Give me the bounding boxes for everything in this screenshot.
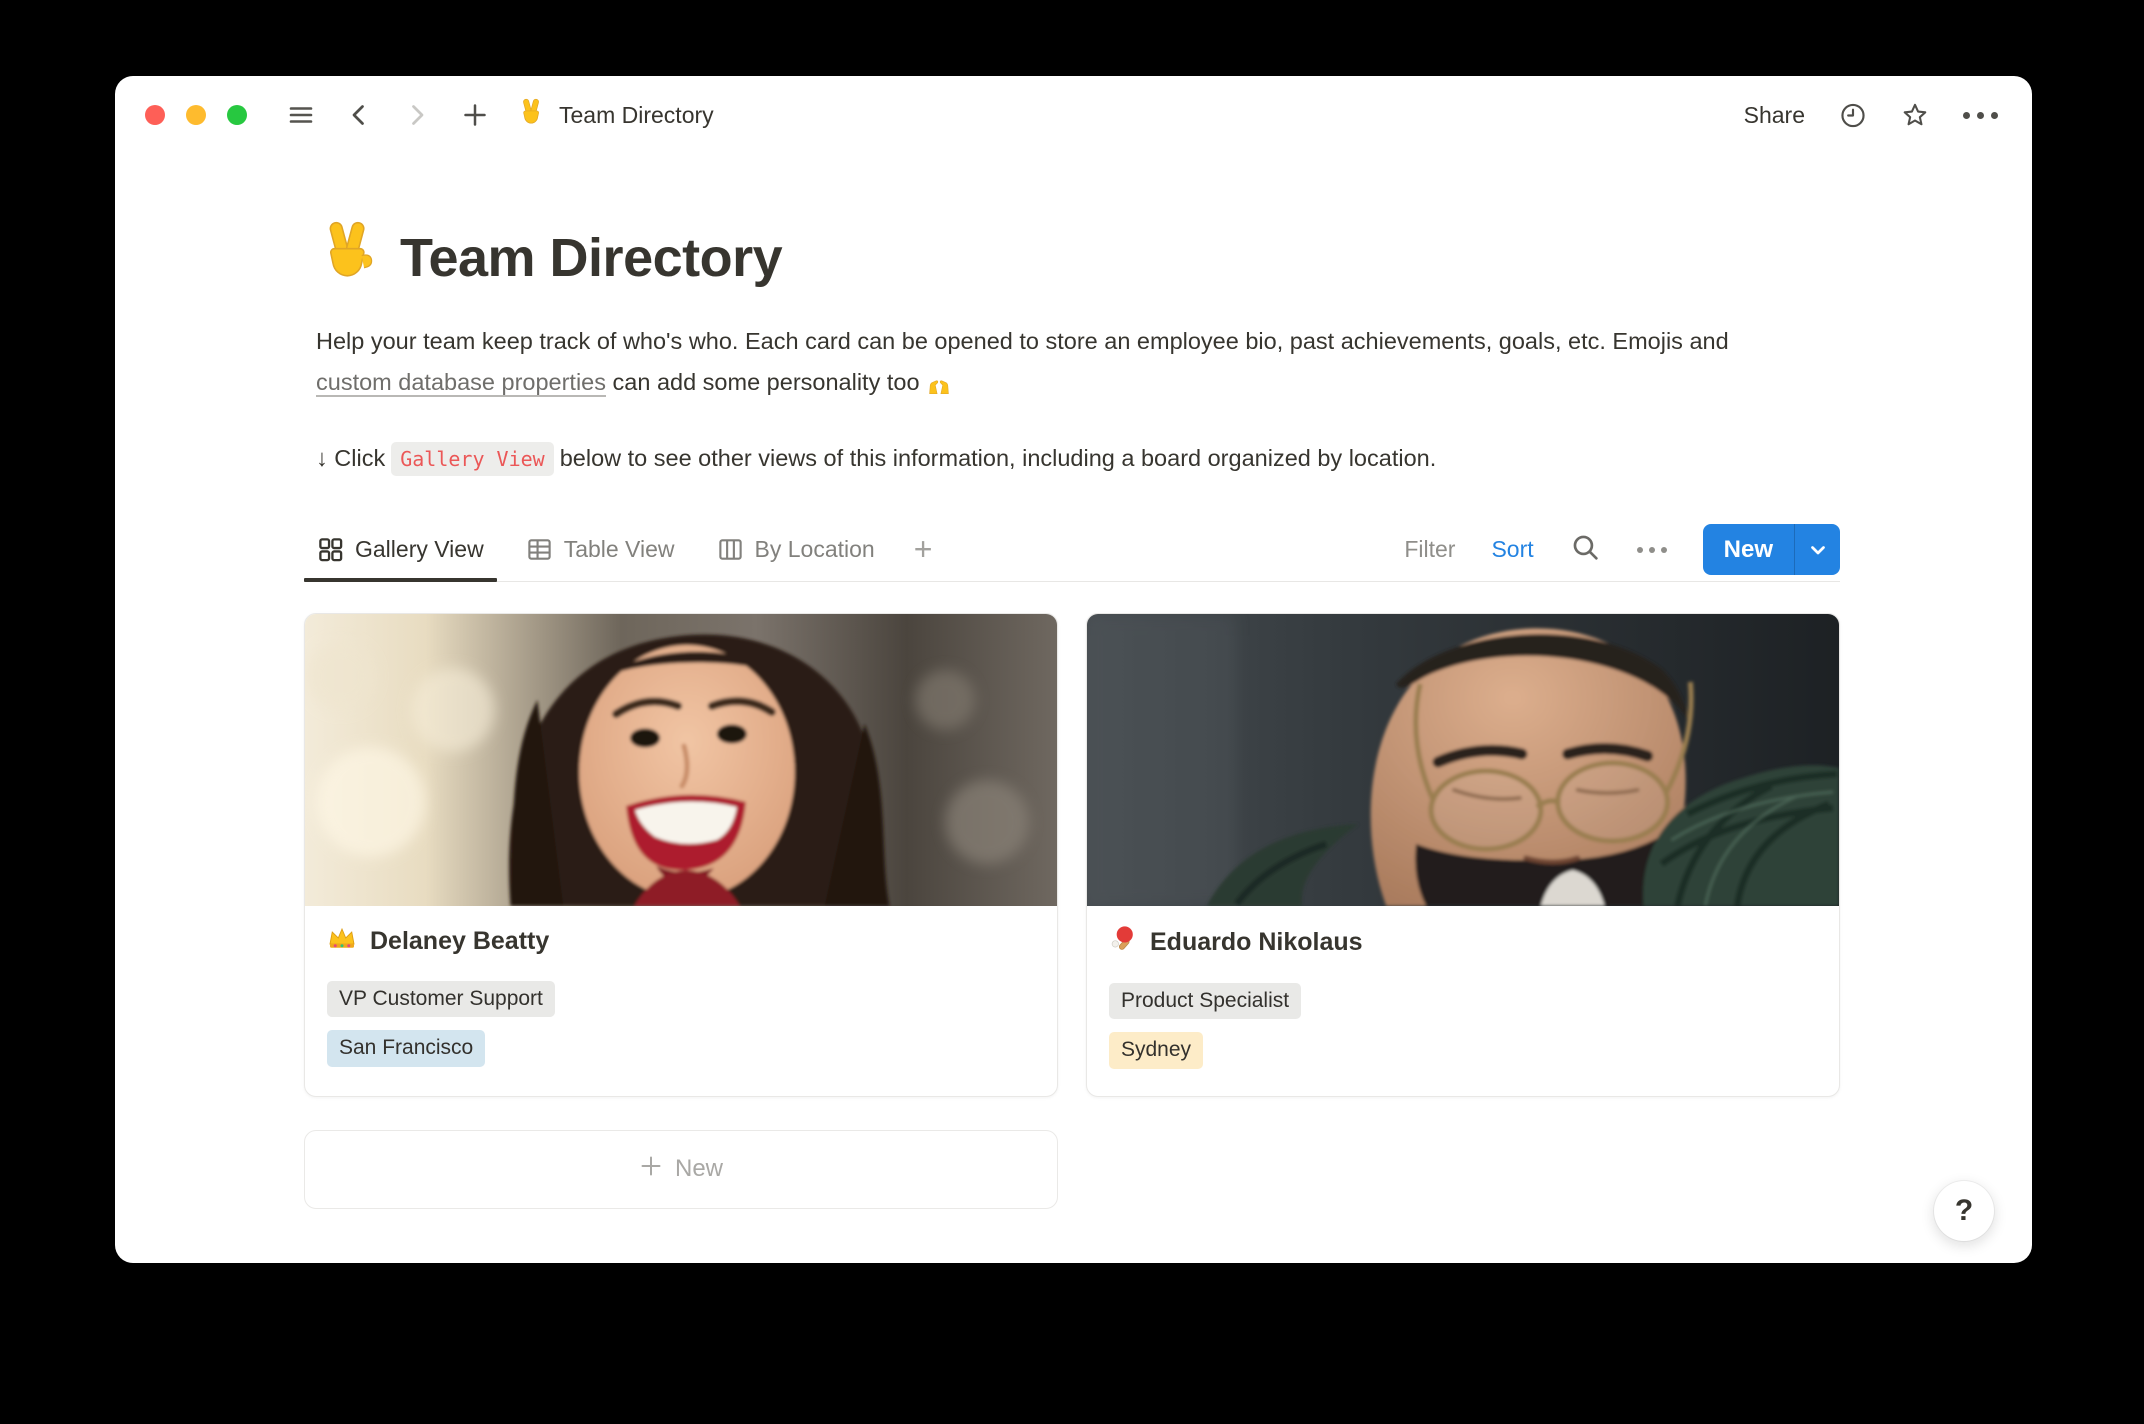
role-tag: Product Specialist xyxy=(1109,983,1301,1019)
share-button[interactable]: Share xyxy=(1744,102,1805,129)
nav-controls xyxy=(287,101,489,129)
back-icon[interactable] xyxy=(345,101,373,129)
app-window: Team Directory Share xyxy=(115,76,2032,1263)
raising-hands-icon xyxy=(926,369,952,395)
forward-icon[interactable] xyxy=(403,101,431,129)
favorite-star-icon[interactable] xyxy=(1901,101,1929,129)
window-controls xyxy=(145,105,247,125)
new-card-button[interactable]: New xyxy=(304,1130,1058,1209)
page-description: Help your team keep track of who's who. … xyxy=(304,321,1782,403)
titlebar-title-text: Team Directory xyxy=(559,102,714,129)
minimize-window-button[interactable] xyxy=(186,105,206,125)
tip-text-2: below to see other views of this informa… xyxy=(560,445,1437,471)
page-content: Team Directory Help your team keep track… xyxy=(304,220,1840,1209)
custom-database-properties-link[interactable]: custom database properties xyxy=(316,369,606,395)
gallery-cards: Delaney Beatty VP Customer Support San F… xyxy=(304,613,1840,1097)
view-toolbar: Gallery View Table View By Location + xyxy=(304,518,1840,582)
photo-delaney-beatty xyxy=(305,614,1057,906)
filter-button[interactable]: Filter xyxy=(1404,536,1455,563)
card-name-text: Delaney Beatty xyxy=(370,927,549,956)
titlebar: Team Directory Share xyxy=(115,76,2032,154)
zoom-window-button[interactable] xyxy=(227,105,247,125)
new-card-label: New xyxy=(675,1155,723,1183)
tab-table-view[interactable]: Table View xyxy=(513,518,688,581)
description-text-2: can add some personality too xyxy=(606,369,926,395)
down-arrow-icon: ↓ xyxy=(316,445,328,471)
help-button[interactable]: ? xyxy=(1934,1181,1994,1241)
role-tag: VP Customer Support xyxy=(327,981,555,1017)
card-body: Eduardo Nikolaus Product Specialist Sydn… xyxy=(1087,906,1839,1096)
page-title: Team Directory xyxy=(304,220,1840,295)
gallery-view-icon xyxy=(317,536,344,563)
titlebar-actions: Share xyxy=(1744,101,1998,129)
victory-hand-icon xyxy=(517,98,545,132)
tab-label: By Location xyxy=(755,536,875,563)
ping-pong-icon xyxy=(1109,925,1137,960)
table-view-icon xyxy=(526,536,553,563)
board-view-icon xyxy=(717,536,744,563)
question-mark-icon: ? xyxy=(1955,1194,1973,1228)
location-tag: Sydney xyxy=(1109,1032,1203,1068)
crown-icon xyxy=(327,925,357,958)
location-row: San Francisco xyxy=(327,1017,1035,1066)
menu-icon[interactable] xyxy=(287,101,315,129)
view-tabs: Gallery View Table View By Location + xyxy=(304,518,942,581)
card-eduardo-nikolaus[interactable]: Eduardo Nikolaus Product Specialist Sydn… xyxy=(1086,613,1840,1097)
new-tab-icon[interactable] xyxy=(461,101,489,129)
tip-text: Click xyxy=(334,445,385,471)
chevron-down-icon[interactable] xyxy=(1794,524,1840,575)
tab-by-location[interactable]: By Location xyxy=(704,518,888,581)
new-button[interactable]: New xyxy=(1703,524,1840,575)
location-tag: San Francisco xyxy=(327,1030,485,1066)
clock-icon[interactable] xyxy=(1839,101,1867,129)
role-row: VP Customer Support xyxy=(327,958,1035,1017)
plus-icon xyxy=(639,1154,663,1185)
victory-hand-icon xyxy=(316,220,378,295)
card-delaney-beatty[interactable]: Delaney Beatty VP Customer Support San F… xyxy=(304,613,1058,1097)
page-title-text: Team Directory xyxy=(400,227,782,289)
sort-button[interactable]: Sort xyxy=(1491,536,1533,563)
card-body: Delaney Beatty VP Customer Support San F… xyxy=(305,906,1057,1094)
description-text: Help your team keep track of who's who. … xyxy=(316,328,1729,354)
card-title: Delaney Beatty xyxy=(327,925,1035,958)
more-icon[interactable] xyxy=(1963,112,1998,119)
search-icon[interactable] xyxy=(1570,532,1601,568)
gallery-view-code: Gallery View xyxy=(391,442,554,476)
more-icon[interactable] xyxy=(1637,547,1667,553)
photo-eduardo-nikolaus xyxy=(1087,614,1839,906)
close-window-button[interactable] xyxy=(145,105,165,125)
toolbar-actions: Filter Sort New xyxy=(1404,524,1840,575)
card-name-text: Eduardo Nikolaus xyxy=(1150,928,1363,957)
role-row: Product Specialist xyxy=(1109,960,1817,1019)
add-view-button[interactable]: + xyxy=(904,531,943,568)
tip-line: ↓ ClickGallery Viewbelow to see other vi… xyxy=(304,445,1840,472)
card-title: Eduardo Nikolaus xyxy=(1109,925,1817,960)
titlebar-page-title: Team Directory xyxy=(517,98,714,132)
tab-gallery-view[interactable]: Gallery View xyxy=(304,518,497,581)
tab-label: Table View xyxy=(564,536,675,563)
tab-label: Gallery View xyxy=(355,536,484,563)
new-button-label[interactable]: New xyxy=(1703,524,1794,575)
location-row: Sydney xyxy=(1109,1019,1817,1068)
